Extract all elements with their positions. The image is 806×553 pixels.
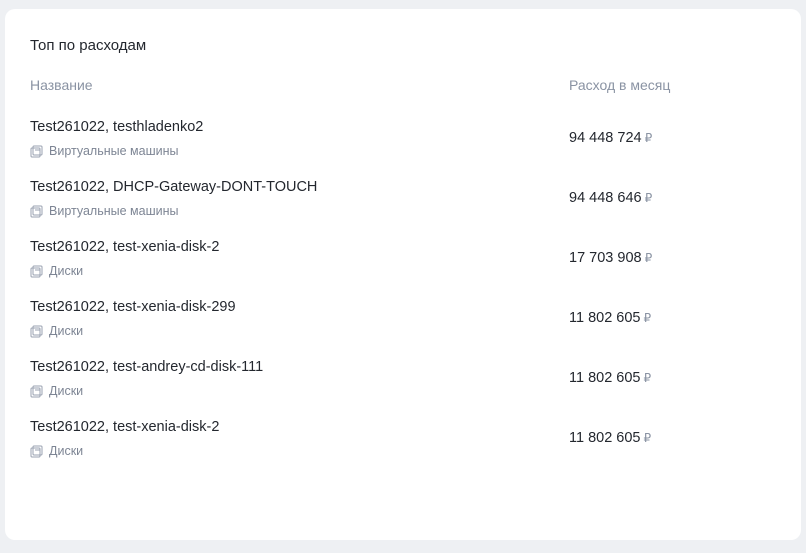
cost-value: 94 448 724 — [569, 130, 642, 146]
resource-type-label: Диски — [49, 384, 84, 398]
resource-type: Диски — [30, 444, 83, 458]
expenses-list: Test261022, testhladenko2 Виртуальные ма… — [5, 117, 801, 477]
top-expenses-card: Топ по расходам Название Расход в месяц … — [5, 9, 801, 540]
resource-type: Диски — [30, 384, 83, 398]
list-item[interactable]: Test261022, test-xenia-disk-2 Диски 11 8… — [5, 417, 801, 477]
cost-value: 11 802 605 — [569, 430, 641, 446]
column-header-cost: Расход в месяц — [569, 77, 671, 93]
resource-type-icon — [30, 265, 43, 277]
cost-value: 17 703 908 — [569, 250, 642, 266]
monthly-cost: 17 703 908 ₽ — [569, 250, 652, 266]
cost-value: 11 802 605 — [569, 370, 641, 386]
currency-symbol: ₽ — [643, 311, 652, 325]
monthly-cost: 11 802 605 ₽ — [569, 310, 651, 326]
resource-name: Test261022, testhladenko2 — [30, 119, 204, 135]
resource-type-icon — [30, 385, 43, 397]
currency-symbol: ₽ — [643, 371, 652, 385]
resource-type: Диски — [30, 324, 83, 338]
resource-type: Виртуальные машины — [30, 144, 179, 158]
resource-type-label: Диски — [49, 444, 84, 458]
resource-type: Диски — [30, 264, 83, 278]
currency-symbol: ₽ — [644, 131, 653, 145]
resource-name: Test261022, test-xenia-disk-2 — [30, 419, 220, 435]
monthly-cost: 11 802 605 ₽ — [569, 430, 651, 446]
resource-type-label: Диски — [49, 324, 84, 338]
column-header-name: Название — [30, 77, 93, 93]
resource-type-label: Диски — [49, 264, 84, 278]
resource-name: Test261022, test-xenia-disk-299 — [30, 299, 236, 315]
resource-type-label: Виртуальные машины — [49, 144, 179, 158]
currency-symbol: ₽ — [644, 191, 653, 205]
monthly-cost: 11 802 605 ₽ — [569, 370, 651, 386]
list-item[interactable]: Test261022, DHCP-Gateway-DONT-TOUCH Вирт… — [5, 177, 801, 237]
resource-type-icon — [30, 325, 43, 337]
currency-symbol: ₽ — [644, 251, 653, 265]
resource-type-icon — [30, 445, 43, 457]
cost-value: 11 802 605 — [569, 310, 641, 326]
monthly-cost: 94 448 646 ₽ — [569, 190, 652, 206]
card-title: Топ по расходам — [30, 37, 147, 54]
resource-name: Test261022, test-xenia-disk-2 — [30, 239, 220, 255]
resource-name: Test261022, DHCP-Gateway-DONT-TOUCH — [30, 179, 318, 195]
resource-type-icon — [30, 145, 43, 157]
list-item[interactable]: Test261022, testhladenko2 Виртуальные ма… — [5, 117, 801, 177]
resource-type-label: Виртуальные машины — [49, 204, 179, 218]
monthly-cost: 94 448 724 ₽ — [569, 130, 652, 146]
resource-type: Виртуальные машины — [30, 204, 179, 218]
resource-type-icon — [30, 205, 43, 217]
list-item[interactable]: Test261022, test-andrey-cd-disk-111 Диск… — [5, 357, 801, 417]
currency-symbol: ₽ — [643, 431, 652, 445]
list-item[interactable]: Test261022, test-xenia-disk-299 Диски 11… — [5, 297, 801, 357]
cost-value: 94 448 646 — [569, 190, 642, 206]
resource-name: Test261022, test-andrey-cd-disk-111 — [30, 359, 264, 375]
list-item[interactable]: Test261022, test-xenia-disk-2 Диски 17 7… — [5, 237, 801, 297]
